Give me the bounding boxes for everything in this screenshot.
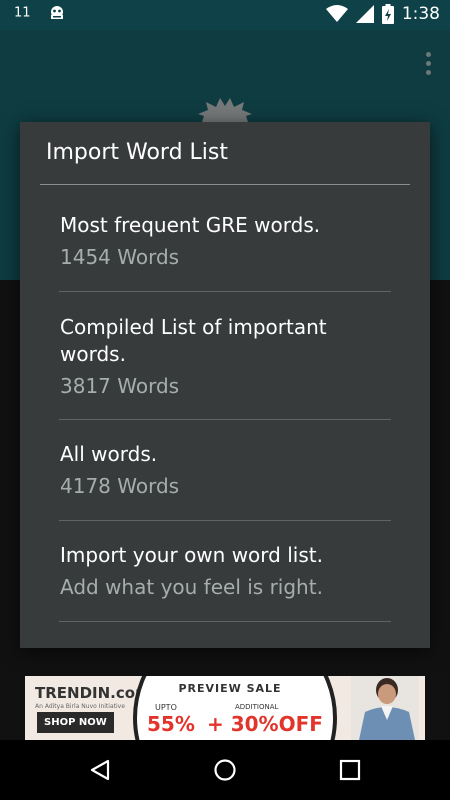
list-item-title: Most frequent GRE words.	[60, 213, 321, 237]
list-item-compiled-important[interactable]: Compiled List of important words. 3817 W…	[60, 314, 390, 400]
battery-charging-icon	[381, 4, 394, 24]
status-bar: 11 1:38	[0, 0, 450, 30]
list-item-title: All words.	[60, 442, 158, 466]
home-icon[interactable]	[213, 758, 237, 782]
item-divider	[59, 419, 391, 420]
recents-icon[interactable]	[338, 758, 362, 782]
ad-brand-logo: TRENDIN.com An Aditya Birla Nuvo Initiat…	[35, 684, 151, 710]
list-item-subtitle: 4178 Words	[60, 474, 180, 498]
ad-brand: TRENDIN.com	[35, 684, 151, 702]
ghost-notification-icon	[50, 6, 63, 19]
ad-banner[interactable]: TRENDIN.com An Aditya Birla Nuvo Initiat…	[25, 676, 425, 740]
back-icon[interactable]	[88, 758, 112, 782]
ad-additional-text: ADDITIONAL	[235, 703, 279, 711]
ad-extra-discount: + 30%OFF	[207, 712, 323, 736]
list-item-title: Compiled List of important words.	[60, 315, 327, 366]
wifi-icon	[325, 5, 348, 22]
dialog-title: Import Word List	[46, 140, 229, 165]
status-left-text: 11	[14, 5, 31, 21]
item-divider	[59, 621, 391, 622]
import-word-list-dialog: Import Word List Most frequent GRE words…	[20, 122, 430, 648]
list-item-subtitle: 3817 Words	[60, 374, 180, 398]
cell-signal-icon	[355, 5, 374, 23]
list-item-all-words[interactable]: All words. 4178 Words	[60, 441, 390, 500]
ad-upto-text: UPTO	[155, 703, 177, 712]
status-time: 1:38	[401, 4, 440, 24]
list-item-subtitle: Add what you feel is right.	[60, 575, 323, 599]
navigation-bar	[0, 740, 450, 800]
item-divider	[59, 291, 391, 292]
ad-preview-text: PREVIEW SALE	[178, 682, 282, 695]
list-item-subtitle: 1454 Words	[60, 245, 180, 269]
list-item-import-own[interactable]: Import your own word list. Add what you …	[60, 542, 390, 601]
list-item-most-frequent-gre[interactable]: Most frequent GRE words. 1454 Words	[60, 212, 390, 271]
title-divider	[40, 184, 410, 185]
ad-discount: 55%	[147, 712, 195, 736]
item-divider	[59, 520, 391, 521]
ad-model-image	[351, 676, 419, 740]
ad-shop-now-button[interactable]: SHOP NOW	[37, 712, 114, 733]
ad-tagline: An Aditya Birla Nuvo Initiative	[35, 703, 125, 710]
list-item-title: Import your own word list.	[60, 543, 323, 567]
